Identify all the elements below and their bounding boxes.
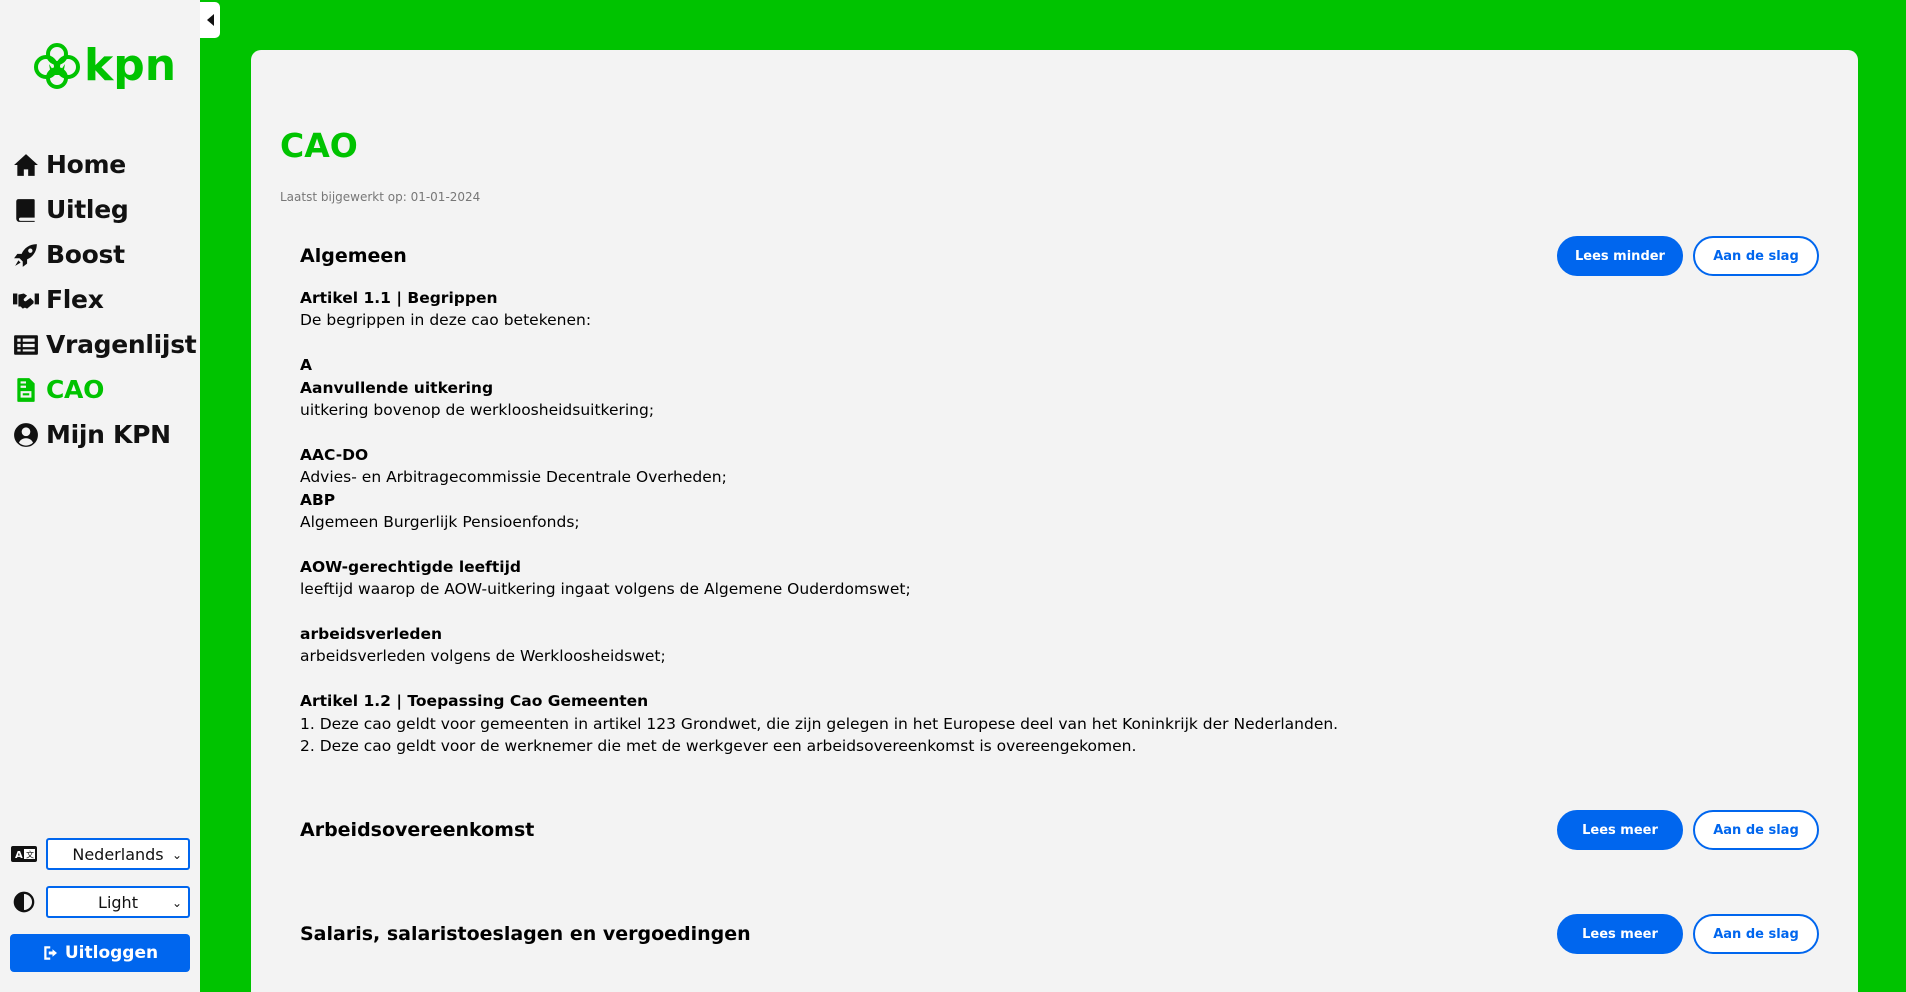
rocket-icon: [12, 241, 40, 269]
kpn-crown-icon: [34, 43, 80, 89]
term: ABP: [300, 490, 336, 509]
nav-label: Home: [46, 150, 126, 179]
section-algemeen: Algemeen Lees minder Aan de slag: [300, 236, 1830, 276]
nav-label: Mijn KPN: [46, 420, 171, 449]
file-contract-icon: [12, 376, 40, 404]
collapse-sidebar-button[interactable]: [200, 2, 220, 38]
caret-left-icon: [206, 14, 214, 26]
definition: leeftijd waarop de AOW-uitkering ingaat …: [300, 580, 911, 599]
svg-text:文: 文: [26, 850, 34, 860]
lees-meer-button[interactable]: Lees meer: [1557, 914, 1683, 954]
page-title: CAO: [280, 126, 358, 165]
theme-setting: Light ⌄: [10, 886, 190, 918]
algemeen-content: Artikel 1.1 | Begrippen De begrippen in …: [300, 287, 1700, 757]
chevron-down-icon: ⌄: [171, 896, 182, 910]
article-intro: De begrippen in deze cao betekenen:: [300, 311, 592, 330]
definition: Algemeen Burgerlijk Pensioenfonds;: [300, 513, 580, 532]
language-icon: A文: [10, 842, 38, 866]
section-arbeidsovereenkomst: Arbeidsovereenkomst Lees meer Aan de sla…: [300, 810, 1830, 850]
definition: Advies- en Arbitragecommissie Decentrale…: [300, 468, 727, 487]
term: AAC-DO: [300, 445, 369, 464]
nav-label: CAO: [46, 375, 105, 404]
nav-item-vragenlijst[interactable]: Vragenlijst: [12, 322, 202, 367]
section-title: Salaris, salaristoeslagen en vergoedinge…: [300, 923, 751, 945]
nav-item-uitleg[interactable]: Uitleg: [12, 187, 202, 232]
logout-button[interactable]: Uitloggen: [10, 934, 190, 972]
letter-heading: A: [300, 356, 312, 375]
article-title: Artikel 1.2 | Toepassing Cao Gemeenten: [300, 692, 649, 711]
theme-value: Light: [98, 892, 138, 912]
term: arbeidsverleden: [300, 625, 443, 644]
section-salaris: Salaris, salaristoeslagen en vergoedinge…: [300, 914, 1830, 954]
user-circle-icon: [12, 421, 40, 449]
lees-minder-button[interactable]: Lees minder: [1557, 236, 1683, 276]
article-paragraph: 1. Deze cao geldt voor gemeenten in arti…: [300, 714, 1339, 733]
main-card: CAO Laatst bijgewerkt op: 01-01-2024 Alg…: [251, 50, 1858, 992]
language-value: Nederlands: [72, 844, 164, 864]
nav-label: Boost: [46, 240, 125, 269]
list-icon: [12, 331, 40, 359]
nav-label: Flex: [46, 285, 104, 314]
logout-label: Uitloggen: [64, 943, 159, 963]
language-select[interactable]: Nederlands ⌄: [46, 838, 190, 870]
language-setting: A文 Nederlands ⌄: [10, 838, 190, 870]
kpn-logo[interactable]: kpn: [32, 40, 176, 94]
aan-de-slag-button[interactable]: Aan de slag: [1693, 810, 1819, 850]
main-nav: Home Uitleg Boost Flex Vragenlijst CAO M…: [12, 142, 202, 457]
nav-item-flex[interactable]: Flex: [12, 277, 202, 322]
sign-out-icon: [44, 946, 57, 960]
article-paragraph: 2. Deze cao geldt voor de werknemer die …: [300, 737, 1137, 756]
term: AOW-gerechtigde leeftijd: [300, 557, 522, 576]
nav-label: Vragenlijst: [46, 330, 197, 359]
nav-item-cao[interactable]: CAO: [12, 367, 202, 412]
lees-meer-button[interactable]: Lees meer: [1557, 810, 1683, 850]
aan-de-slag-button[interactable]: Aan de slag: [1693, 914, 1819, 954]
nav-label: Uitleg: [46, 195, 129, 224]
logo-text: kpn: [84, 39, 177, 91]
article-title: Artikel 1.1 | Begrippen: [300, 289, 498, 307]
definition: uitkering bovenop de werkloosheidsuitker…: [300, 401, 655, 420]
chevron-down-icon: ⌄: [171, 848, 182, 862]
last-updated: Laatst bijgewerkt op: 01-01-2024: [280, 190, 481, 204]
term: Aanvullende uitkering: [300, 378, 494, 397]
nav-item-mijn-kpn[interactable]: Mijn KPN: [12, 412, 202, 457]
nav-item-boost[interactable]: Boost: [12, 232, 202, 277]
contrast-icon: [10, 890, 38, 914]
book-icon: [12, 196, 40, 224]
definition: arbeidsverleden volgens de Werkloosheids…: [300, 647, 666, 666]
theme-select[interactable]: Light ⌄: [46, 886, 190, 918]
section-title: Arbeidsovereenkomst: [300, 819, 535, 841]
svg-text:A: A: [15, 850, 23, 861]
aan-de-slag-button[interactable]: Aan de slag: [1693, 236, 1819, 276]
section-title: Algemeen: [300, 245, 407, 267]
home-icon: [12, 151, 40, 179]
sidebar: kpn Home Uitleg Boost Flex Vragenlijst C…: [0, 0, 200, 992]
nav-item-home[interactable]: Home: [12, 142, 202, 187]
handshake-icon: [12, 286, 40, 314]
